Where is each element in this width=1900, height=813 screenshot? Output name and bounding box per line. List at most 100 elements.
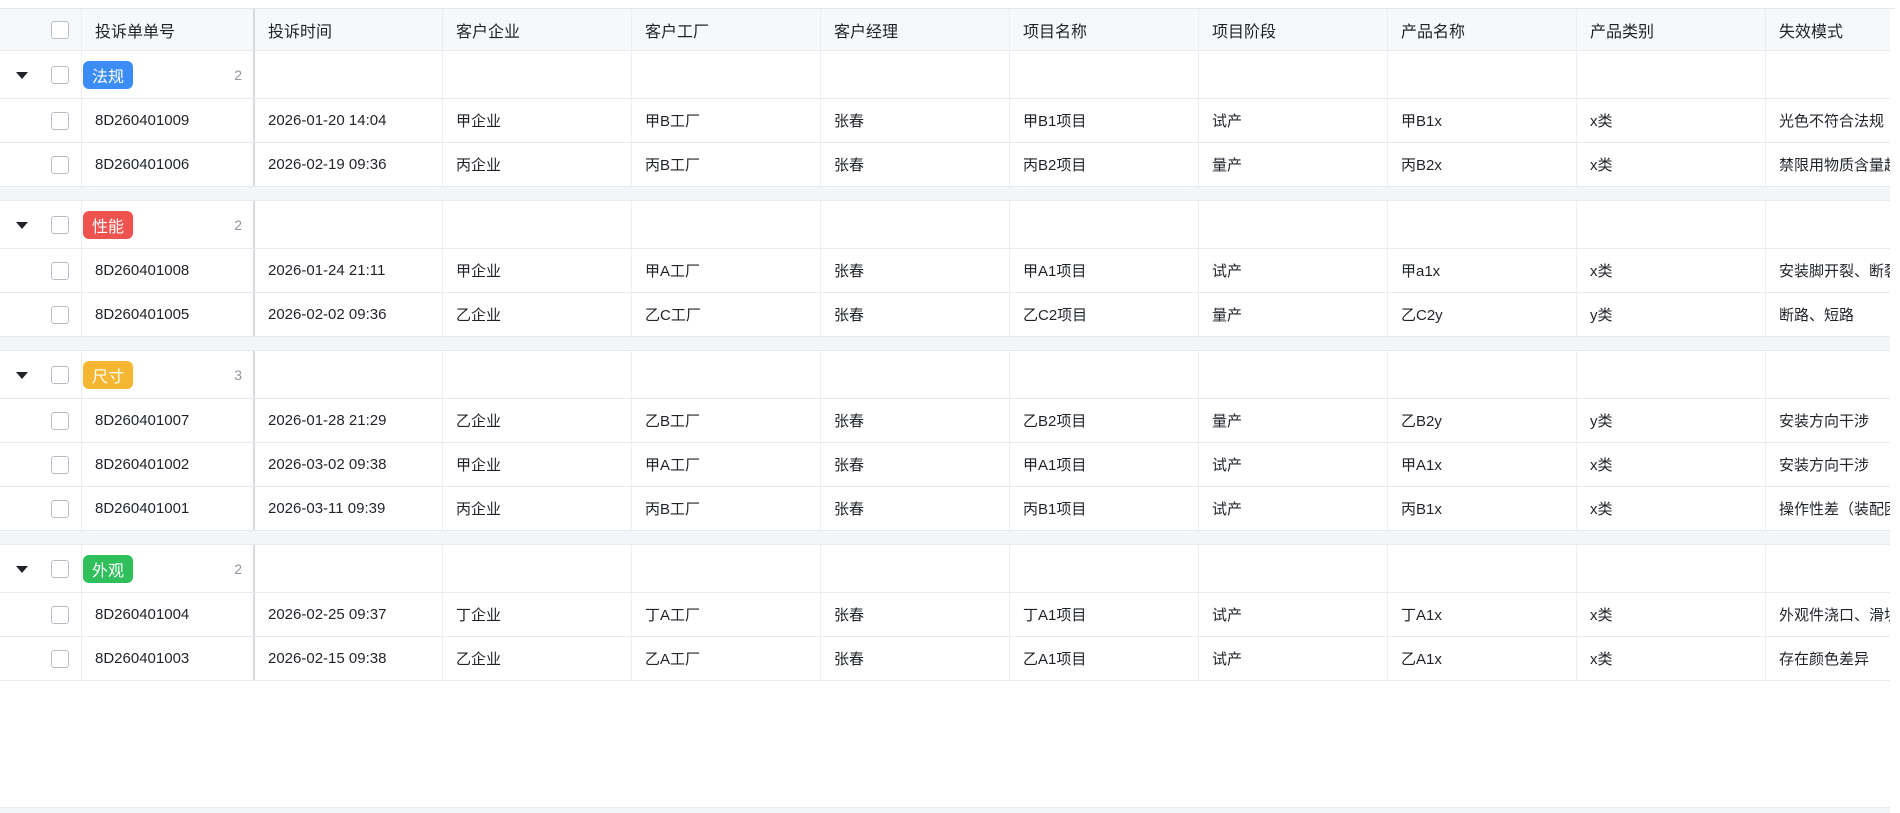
cell-complaint-no[interactable]: 8D260401005: [82, 293, 255, 336]
cell-time: 2026-02-02 09:36: [255, 293, 443, 336]
cell-project: 甲A1项目: [1010, 249, 1199, 292]
collapse-caret-icon[interactable]: [16, 371, 28, 379]
column-header-no[interactable]: 投诉单单号: [82, 9, 255, 50]
column-header-company[interactable]: 客户企业: [443, 9, 632, 50]
group-checkbox[interactable]: [51, 559, 69, 578]
group-count: 3: [234, 366, 242, 383]
row-checkbox[interactable]: [51, 499, 69, 518]
table-row[interactable]: 8D260401007 2026-01-28 21:29 乙企业 乙B工厂 张春 乙B2项…: [0, 399, 1895, 443]
group-tag[interactable]: 性能: [83, 210, 134, 239]
cell-factory: 甲A工厂: [632, 443, 821, 486]
column-header-stage[interactable]: 项目阶段: [1199, 9, 1388, 50]
group-tag[interactable]: 外观: [83, 554, 134, 583]
row-checkbox[interactable]: [51, 455, 69, 474]
cell-project: 丁A1项目: [1010, 593, 1199, 636]
cell-stage: 试产: [1199, 637, 1388, 680]
group-empty-cell: [821, 351, 1010, 398]
column-header-factory[interactable]: 客户工厂: [632, 9, 821, 50]
group-label-cell: 性能 2: [82, 201, 255, 248]
group-row[interactable]: 性能 2: [0, 201, 1895, 249]
cell-failure: 安装脚开裂、断裂: [1779, 263, 1895, 280]
cell-stage: 试产: [1199, 487, 1388, 530]
cell-complaint-no[interactable]: 8D260401001: [82, 487, 255, 530]
row-select-cell: [0, 487, 82, 530]
cell-complaint-no[interactable]: 8D260401003: [82, 637, 255, 680]
cell-stage: 试产: [1199, 593, 1388, 636]
group-empty-cell: [1199, 351, 1388, 398]
row-checkbox[interactable]: [51, 605, 69, 624]
table-row[interactable]: 8D260401008 2026-01-24 21:11 甲企业 甲A工厂 张春 甲A1项…: [0, 249, 1895, 293]
row-select-cell: [0, 593, 82, 636]
cell-product: 乙A1x: [1388, 637, 1577, 680]
table-row[interactable]: 8D260401004 2026-02-25 09:37 丁企业 丁A工厂 张春 丁A1项…: [0, 593, 1895, 637]
table-row[interactable]: 8D260401006 2026-02-19 09:36 丙企业 丙B工厂 张春 丙B2项…: [0, 143, 1895, 187]
row-checkbox[interactable]: [51, 261, 69, 280]
column-header-product[interactable]: 产品名称: [1388, 9, 1577, 50]
group-spacer: [0, 187, 1895, 201]
cell-manager: 张春: [821, 637, 1010, 680]
row-checkbox[interactable]: [51, 411, 69, 430]
cell-company: 甲企业: [443, 249, 632, 292]
group-row[interactable]: 尺寸 3: [0, 351, 1895, 399]
group-tag[interactable]: 法规: [83, 60, 134, 89]
collapse-caret-icon[interactable]: [16, 221, 28, 229]
group-row[interactable]: 外观 2: [0, 545, 1895, 593]
cell-category: x类: [1577, 143, 1766, 186]
table-row[interactable]: 8D260401005 2026-02-02 09:36 乙企业 乙C工厂 张春 乙C2项…: [0, 293, 1895, 337]
group-count: 2: [234, 560, 242, 577]
collapse-caret-icon[interactable]: [16, 71, 28, 79]
group-row[interactable]: 法规 2: [0, 51, 1895, 99]
group-empty-cell: [1766, 51, 1895, 98]
cell-complaint-no[interactable]: 8D260401009: [82, 99, 255, 142]
table-row[interactable]: 8D260401002 2026-03-02 09:38 甲企业 甲A工厂 张春 甲A1项…: [0, 443, 1895, 487]
cell-project: 丙B2项目: [1010, 143, 1199, 186]
table-row[interactable]: 8D260401003 2026-02-15 09:38 乙企业 乙A工厂 张春 乙A1项…: [0, 637, 1895, 681]
group-empty-cell: [1388, 545, 1577, 592]
cell-manager: 张春: [821, 487, 1010, 530]
group-checkbox[interactable]: [51, 365, 69, 384]
table-row[interactable]: 8D260401009 2026-01-20 14:04 甲企业 甲B工厂 张春 甲B1项…: [0, 99, 1895, 143]
cell-factory: 丁A工厂: [632, 593, 821, 636]
cell-project: 丙B1项目: [1010, 487, 1199, 530]
cell-company: 丙企业: [443, 487, 632, 530]
group-empty-cell: [1199, 545, 1388, 592]
column-header-category[interactable]: 产品类别: [1577, 9, 1766, 50]
cell-category: x类: [1577, 637, 1766, 680]
table-row[interactable]: 8D260401001 2026-03-11 09:39 丙企业 丙B工厂 张春 丙B1项…: [0, 487, 1895, 531]
group-empty-cell: [1766, 201, 1895, 248]
column-header-manager[interactable]: 客户经理: [821, 9, 1010, 50]
cell-manager: 张春: [821, 443, 1010, 486]
cell-category: y类: [1577, 293, 1766, 336]
cell-failure: 安装方向干涉: [1779, 457, 1870, 474]
row-checkbox[interactable]: [51, 305, 69, 324]
cell-time: 2026-01-20 14:04: [255, 99, 443, 142]
select-all-checkbox[interactable]: [51, 20, 69, 39]
group-checkbox[interactable]: [51, 215, 69, 234]
column-header-project[interactable]: 项目名称: [1010, 9, 1199, 50]
cell-stage: 量产: [1199, 399, 1388, 442]
cell-time: 2026-01-28 21:29: [255, 399, 443, 442]
group-checkbox[interactable]: [51, 65, 69, 84]
cell-complaint-no[interactable]: 8D260401002: [82, 443, 255, 486]
cell-product: 甲A1x: [1388, 443, 1577, 486]
vertical-scrollbar[interactable]: [1890, 9, 1895, 813]
row-checkbox[interactable]: [51, 111, 69, 130]
cell-project: 乙A1项目: [1010, 637, 1199, 680]
cell-complaint-no[interactable]: 8D260401006: [82, 143, 255, 186]
group-empty-cell: [1766, 351, 1895, 398]
group-empty-cell: [1010, 51, 1199, 98]
row-checkbox[interactable]: [51, 649, 69, 668]
row-checkbox[interactable]: [51, 155, 69, 174]
cell-complaint-no[interactable]: 8D260401007: [82, 399, 255, 442]
cell-failure: 光色不符合法规: [1779, 113, 1885, 130]
cell-time: 2026-02-15 09:38: [255, 637, 443, 680]
cell-complaint-no[interactable]: 8D260401008: [82, 249, 255, 292]
column-header-failure[interactable]: 失效模式: [1766, 9, 1895, 50]
collapse-caret-icon[interactable]: [16, 565, 28, 573]
cell-complaint-no[interactable]: 8D260401004: [82, 593, 255, 636]
column-header-time[interactable]: 投诉时间: [255, 9, 443, 50]
group-tag[interactable]: 尺寸: [83, 360, 134, 389]
group-empty-cell: [255, 545, 443, 592]
cell-product: 乙C2y: [1388, 293, 1577, 336]
cell-manager: 张春: [821, 293, 1010, 336]
